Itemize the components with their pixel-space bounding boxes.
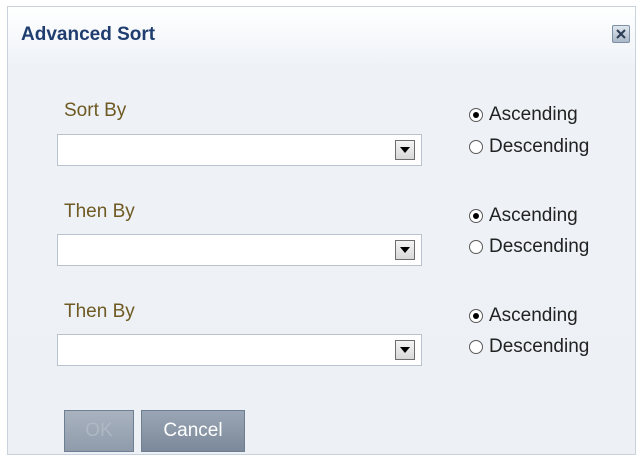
radio-unselected-icon[interactable] — [469, 240, 483, 254]
then-by-dropdown-button-1[interactable] — [395, 240, 415, 260]
sort-by-label: Sort By — [64, 100, 127, 121]
radio-selected-icon[interactable] — [469, 209, 483, 223]
radio-unselected-icon[interactable] — [469, 140, 483, 154]
then-by-dropdown-button-2[interactable] — [395, 340, 415, 360]
then-by-1-ascending-radio[interactable]: Ascending — [469, 205, 578, 227]
chevron-down-icon — [400, 347, 410, 353]
sort-by-select[interactable] — [57, 134, 422, 166]
then-by-2-ascending-label: Ascending — [489, 305, 578, 326]
radio-selected-icon[interactable] — [469, 108, 483, 122]
cancel-button[interactable]: Cancel — [141, 410, 245, 452]
then-by-2-descending-label: Descending — [489, 336, 590, 357]
chevron-down-icon — [400, 147, 410, 153]
then-by-1-descending-label: Descending — [489, 236, 590, 257]
advanced-sort-dialog: Advanced Sort Sort By Ascending Descendi… — [7, 6, 636, 455]
then-by-select-1[interactable] — [57, 234, 422, 266]
then-by-select-2[interactable] — [57, 334, 422, 366]
radio-selected-icon[interactable] — [469, 309, 483, 323]
dialog-title: Advanced Sort — [21, 24, 156, 45]
then-by-label-2: Then By — [64, 301, 135, 322]
sort-by-dropdown-button[interactable] — [395, 140, 415, 160]
then-by-1-ascending-label: Ascending — [489, 205, 578, 226]
sort-by-descending-label: Descending — [489, 136, 590, 157]
close-button[interactable] — [612, 25, 630, 43]
sort-by-descending-radio[interactable]: Descending — [469, 136, 589, 158]
then-by-1-descending-radio[interactable]: Descending — [469, 236, 589, 258]
sort-by-ascending-radio[interactable]: Ascending — [469, 104, 578, 126]
radio-unselected-icon[interactable] — [469, 340, 483, 354]
sort-by-ascending-label: Ascending — [489, 104, 578, 125]
then-by-2-descending-radio[interactable]: Descending — [469, 336, 589, 358]
close-icon — [616, 29, 626, 39]
chevron-down-icon — [400, 247, 410, 253]
then-by-2-ascending-radio[interactable]: Ascending — [469, 305, 578, 327]
then-by-label-1: Then By — [64, 201, 135, 222]
ok-button[interactable]: OK — [64, 410, 134, 452]
